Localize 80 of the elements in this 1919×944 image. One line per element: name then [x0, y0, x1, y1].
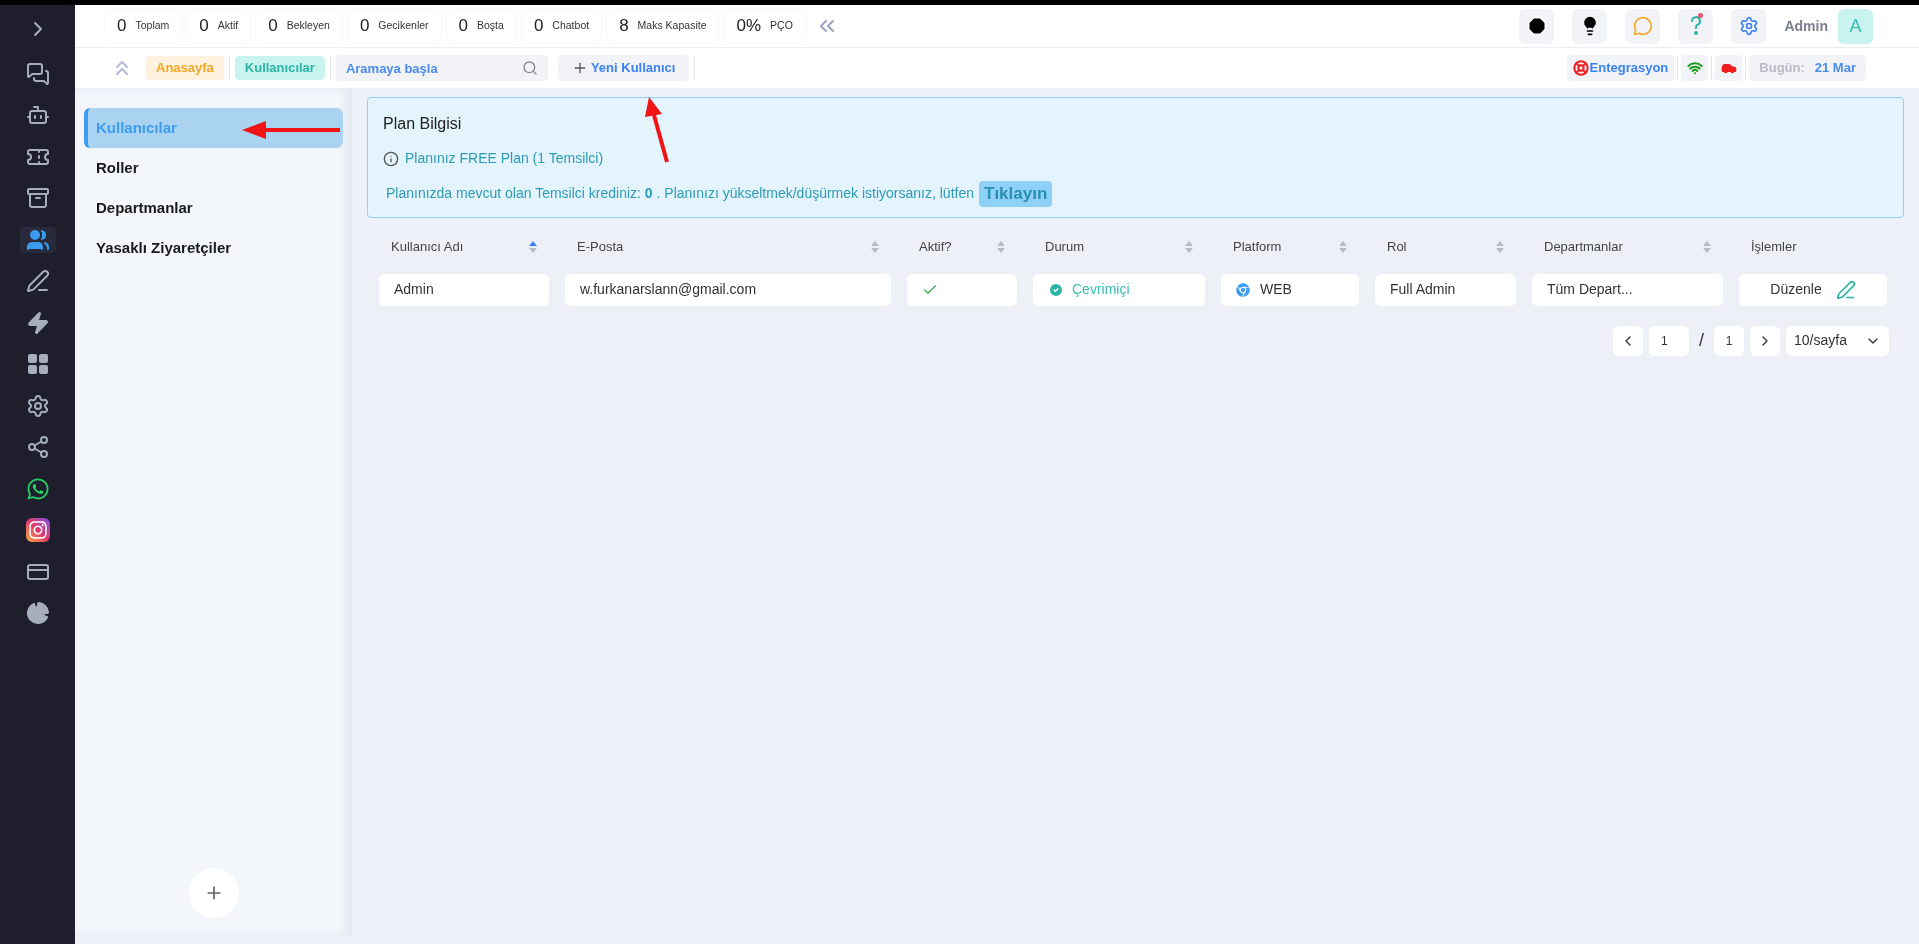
- sidebar-item[interactable]: Kullanıcılar: [84, 108, 343, 148]
- table-cell: w.furkanarslann@gmail.com: [565, 273, 891, 306]
- page-field[interactable]: 1: [1649, 325, 1689, 356]
- column-header: Durum: [1045, 237, 1084, 256]
- plan-title: Plan Bilgisi: [383, 114, 463, 134]
- chat-icon: [25, 61, 50, 86]
- robot-icon: [25, 103, 50, 127]
- header-button[interactable]: [1572, 8, 1608, 44]
- page-size-select[interactable]: 10/sayfa: [1786, 325, 1889, 356]
- user-name: Admin: [1784, 16, 1828, 36]
- lifebuoy-icon: [1572, 60, 1589, 76]
- stat-label: Maks Kapasite: [637, 18, 707, 34]
- plan-text: Planınız FREE Plan (1 Temsilci): [405, 149, 604, 168]
- browser-icon: [1236, 282, 1250, 297]
- avatar[interactable]: A: [1838, 8, 1873, 44]
- status-text: Çevrimiçi: [1072, 280, 1130, 299]
- stat-value: 0: [268, 15, 278, 38]
- stat-value: 0: [533, 15, 544, 38]
- next-page-button[interactable]: [1750, 325, 1780, 356]
- sidebar-item[interactable]: Yasaklı Ziyaretçiler: [84, 228, 343, 268]
- platform-text: WEB: [1260, 280, 1292, 299]
- archive-icon: [25, 186, 50, 210]
- whatsapp-icon: [25, 476, 50, 501]
- stat-label: Bekleyen: [286, 18, 330, 34]
- date-value: 21 Mar: [1814, 59, 1856, 78]
- edit-button[interactable]: Düzenle: [1739, 273, 1887, 306]
- column-header: Platform: [1233, 237, 1282, 256]
- stat-label: Gecikenler: [378, 18, 429, 34]
- column-header: Kullanıcı Adı: [391, 237, 464, 256]
- sidebar-item[interactable]: Roller: [84, 148, 343, 188]
- settings-icon: [1738, 16, 1759, 36]
- column-header: E-Posta: [577, 237, 624, 256]
- integration-button[interactable]: Entegrasyon: [1566, 55, 1675, 81]
- annotation-arrow: [645, 97, 669, 163]
- breadcrumb-link[interactable]: Anasayfa: [146, 56, 224, 80]
- date-label: Bugün:: [1759, 59, 1805, 78]
- stat-label: Toplam: [135, 18, 170, 34]
- sidebar-item[interactable]: Departmanlar: [84, 188, 343, 228]
- table-cell: Full Admin: [1375, 273, 1516, 306]
- stat-value: 0: [199, 15, 209, 38]
- rail-button[interactable]: [19, 226, 56, 253]
- search-icon: [521, 60, 538, 76]
- instagram-icon: [25, 518, 50, 542]
- stat-label: Aktif: [217, 18, 239, 34]
- table-cell: Tüm Depart...: [1532, 273, 1723, 306]
- grid-icon: [25, 352, 50, 376]
- info-icon: [383, 150, 399, 167]
- users-icon: [25, 227, 50, 252]
- column-header: Rol: [1387, 237, 1407, 256]
- pen-icon: [25, 269, 50, 293]
- stat-value: 0%: [736, 15, 762, 38]
- stat-label: PÇO: [770, 18, 793, 34]
- breadcrumb-link[interactable]: Kullanıcılar: [234, 56, 325, 80]
- question-mark-icon: [1689, 16, 1702, 36]
- page-separator: /: [1698, 329, 1705, 352]
- column-header: Departmanlar: [1544, 237, 1623, 256]
- share-icon: [25, 435, 50, 459]
- pie-chart-icon: [25, 601, 50, 625]
- total-pages: 1: [1714, 325, 1744, 356]
- lightning-icon: [25, 310, 50, 335]
- stat-value: 0: [117, 15, 127, 38]
- stat-value: 0: [458, 15, 469, 38]
- stat-label: Chatbot: [552, 18, 590, 34]
- settings-icon: [25, 393, 50, 418]
- pen-icon: [1835, 279, 1856, 300]
- search-field[interactable]: Aramaya başla: [335, 55, 548, 81]
- wifi-icon: [1686, 60, 1703, 76]
- stat-value: 0: [359, 15, 370, 38]
- column-header: Aktif?: [919, 237, 952, 256]
- stat-label: Boşta: [477, 18, 504, 34]
- previous-page-button[interactable]: [1613, 325, 1643, 356]
- upgrade-link[interactable]: Tıklayın: [979, 181, 1053, 207]
- new-user-button[interactable]: Yeni Kullanıcı: [557, 55, 690, 81]
- table-cell: Admin: [379, 273, 549, 306]
- credit-text: Planınızda mevcut olan Temsilci krediniz: 0 . Planınızı yükseltmek/düşürmek istiyorsanız, lütfen: [386, 184, 974, 204]
- header-button[interactable]: [1519, 8, 1555, 44]
- alert-icon: [1526, 16, 1547, 36]
- column-header: İşlemler: [1751, 237, 1797, 256]
- chat-icon: [1632, 16, 1653, 36]
- stat-value: 8: [619, 15, 629, 38]
